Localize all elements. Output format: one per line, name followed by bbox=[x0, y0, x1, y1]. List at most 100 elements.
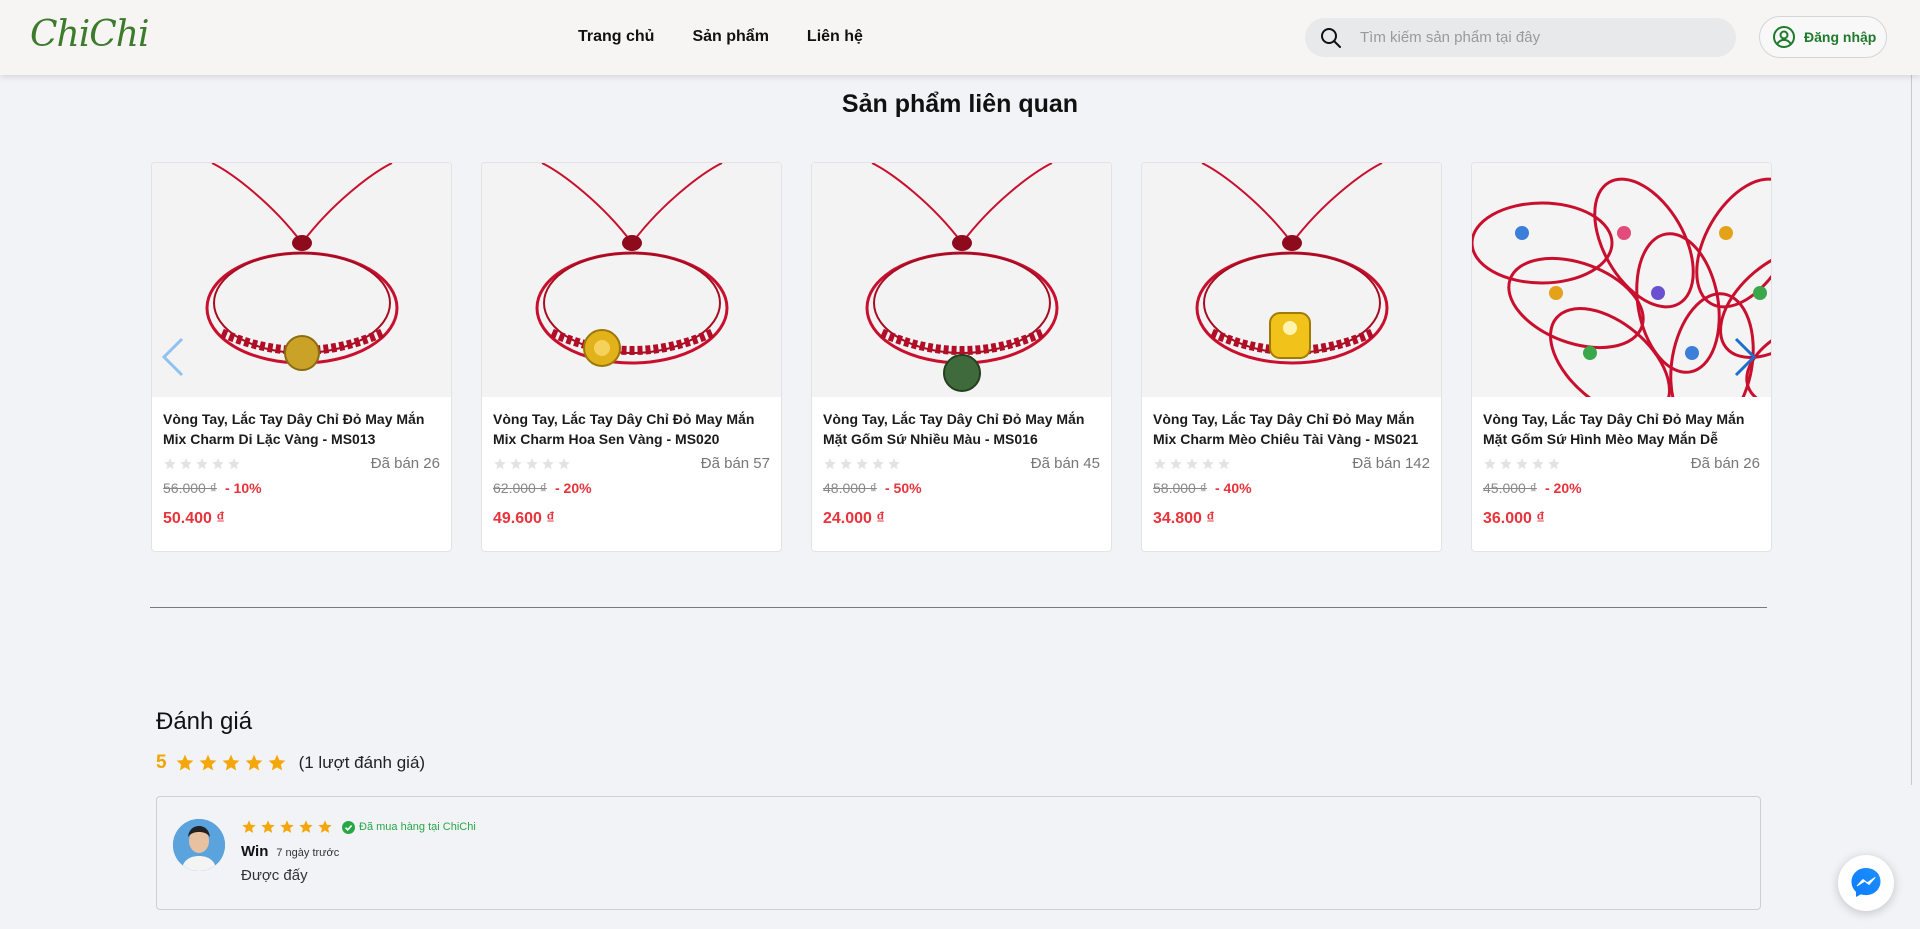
section-divider bbox=[150, 607, 1767, 608]
product-name[interactable]: Vòng Tay, Lắc Tay Dây Chỉ Đỏ May Mắn Mix… bbox=[493, 409, 775, 449]
star-icon bbox=[872, 458, 884, 470]
reviewer: Win 7 ngày trước bbox=[241, 843, 339, 860]
product-sold: Đã bán 57 bbox=[700, 455, 770, 472]
site-header: ChiChi Trang chủ Sản phẩm Liên hệ Đăng n… bbox=[0, 0, 1920, 75]
chevron-right-icon[interactable] bbox=[1730, 335, 1760, 379]
product-card[interactable]: Vòng Tay, Lắc Tay Dây Chỉ Đỏ May Mắn Mix… bbox=[1141, 162, 1442, 552]
product-card[interactable]: Vòng Tay, Lắc Tay Dây Chỉ Đỏ May Mắn Mặt… bbox=[1471, 162, 1772, 552]
star-icon bbox=[268, 754, 285, 771]
product-name[interactable]: Vòng Tay, Lắc Tay Dây Chỉ Đỏ May Mắn Mặt… bbox=[823, 409, 1105, 449]
product-price: 50.400 ₫ bbox=[163, 510, 225, 527]
product-rating bbox=[1153, 457, 1231, 471]
product-old-price: 58.000 ₫ bbox=[1153, 480, 1207, 496]
login-button[interactable]: Đăng nhập bbox=[1759, 16, 1887, 58]
product-price: 24.000 ₫ bbox=[823, 510, 885, 527]
product-discount: - 50% bbox=[885, 480, 922, 496]
star-icon bbox=[1484, 458, 1496, 470]
product-card[interactable]: Vòng Tay, Lắc Tay Dây Chỉ Đỏ May Mắn Mix… bbox=[481, 162, 782, 552]
search-bar bbox=[1305, 18, 1736, 57]
search-icon[interactable] bbox=[1320, 27, 1342, 49]
product-rating bbox=[163, 457, 241, 471]
product-price: 49.600 ₫ bbox=[493, 510, 555, 527]
product-name[interactable]: Vòng Tay, Lắc Tay Dây Chỉ Đỏ May Mắn Mix… bbox=[163, 409, 445, 449]
star-icon bbox=[199, 754, 216, 771]
product-image[interactable] bbox=[152, 163, 451, 397]
product-old-price: 48.000 ₫ bbox=[823, 480, 877, 496]
star-icon bbox=[164, 458, 176, 470]
star-icon bbox=[280, 820, 294, 833]
star-icon bbox=[840, 458, 852, 470]
logo[interactable]: ChiChi bbox=[30, 14, 149, 62]
product-discount: - 20% bbox=[555, 480, 592, 496]
rating-summary: 5 (1 lượt đánh giá) bbox=[156, 752, 425, 774]
product-discount: - 20% bbox=[1545, 480, 1582, 496]
product-discount: - 10% bbox=[225, 480, 262, 496]
product-price: 34.800 ₫ bbox=[1153, 510, 1215, 527]
product-card[interactable]: Vòng Tay, Lắc Tay Dây Chỉ Đỏ May Mắn Mặt… bbox=[811, 162, 1112, 552]
search-input[interactable] bbox=[1360, 18, 1720, 57]
product-sold: Đã bán 26 bbox=[370, 455, 440, 472]
star-icon bbox=[261, 820, 275, 833]
main-nav: Trang chủ Sản phẩm Liên hệ bbox=[578, 28, 863, 46]
star-icon bbox=[526, 458, 538, 470]
verified-badge: Đã mua hàng tại ChiChi bbox=[342, 820, 476, 834]
star-icon bbox=[1218, 458, 1230, 470]
star-icon bbox=[176, 754, 193, 771]
star-icon bbox=[242, 820, 256, 833]
product-image[interactable] bbox=[812, 163, 1111, 397]
product-rating bbox=[493, 457, 571, 471]
product-sold: Đã bán 45 bbox=[1030, 455, 1100, 472]
star-icon bbox=[1186, 458, 1198, 470]
nav-home[interactable]: Trang chủ bbox=[578, 28, 654, 46]
product-image[interactable] bbox=[1472, 163, 1771, 397]
reviews-title: Đánh giá bbox=[156, 708, 253, 735]
review-stars: Đã mua hàng tại ChiChi bbox=[241, 819, 476, 835]
rating-score: 5 bbox=[156, 752, 167, 773]
user-circle-icon bbox=[1773, 26, 1795, 48]
product-old-price: 45.000 ₫ bbox=[1483, 480, 1537, 496]
product-image[interactable] bbox=[482, 163, 781, 397]
star-icon bbox=[1170, 458, 1182, 470]
star-icon bbox=[1202, 458, 1214, 470]
login-label: Đăng nhập bbox=[1804, 29, 1877, 45]
product-rating bbox=[1483, 457, 1561, 471]
product-name[interactable]: Vòng Tay, Lắc Tay Dây Chỉ Đỏ May Mắn Mix… bbox=[1153, 409, 1435, 449]
product-image[interactable] bbox=[1142, 163, 1441, 397]
star-icon bbox=[494, 458, 506, 470]
product-sold: Đã bán 142 bbox=[1352, 455, 1430, 472]
avatar bbox=[173, 819, 225, 871]
rating-count: (1 lượt đánh giá) bbox=[298, 753, 426, 772]
check-circle-icon bbox=[342, 820, 355, 834]
star-icon bbox=[510, 458, 522, 470]
star-icon bbox=[245, 754, 262, 771]
rating-stars bbox=[175, 753, 287, 773]
star-icon bbox=[824, 458, 836, 470]
nav-products[interactable]: Sản phẩm bbox=[692, 28, 768, 46]
star-icon bbox=[180, 458, 192, 470]
nav-contact[interactable]: Liên hệ bbox=[807, 28, 863, 46]
messenger-button[interactable] bbox=[1838, 855, 1894, 911]
review-text: Được đấy bbox=[241, 867, 308, 884]
star-icon bbox=[299, 820, 313, 833]
star-icon bbox=[1516, 458, 1528, 470]
star-icon bbox=[1154, 458, 1166, 470]
star-icon bbox=[212, 458, 224, 470]
product-name[interactable]: Vòng Tay, Lắc Tay Dây Chỉ Đỏ May Mắn Mặt… bbox=[1483, 409, 1765, 449]
product-rating bbox=[823, 457, 901, 471]
product-card[interactable]: Vòng Tay, Lắc Tay Dây Chỉ Đỏ May Mắn Mix… bbox=[151, 162, 452, 552]
star-icon bbox=[888, 458, 900, 470]
product-price: 36.000 ₫ bbox=[1483, 510, 1545, 527]
reviewer-name: Win bbox=[241, 843, 269, 860]
scrollbar[interactable] bbox=[1911, 75, 1920, 785]
chevron-left-icon[interactable] bbox=[158, 335, 188, 379]
product-old-price: 56.000 ₫ bbox=[163, 480, 217, 496]
star-icon bbox=[542, 458, 554, 470]
star-icon bbox=[318, 820, 332, 833]
product-sold: Đã bán 26 bbox=[1690, 455, 1760, 472]
review-item: Đã mua hàng tại ChiChi Win 7 ngày trước … bbox=[156, 796, 1761, 910]
product-old-price: 62.000 ₫ bbox=[493, 480, 547, 496]
star-icon bbox=[222, 754, 239, 771]
star-icon bbox=[558, 458, 570, 470]
star-icon bbox=[1532, 458, 1544, 470]
star-icon bbox=[228, 458, 240, 470]
